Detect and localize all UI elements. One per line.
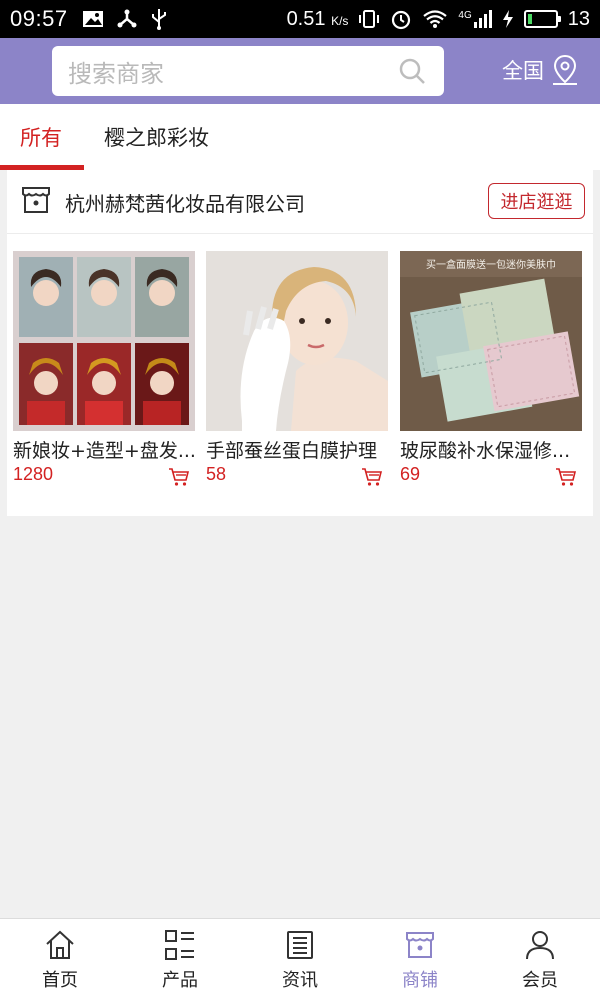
visit-shop-button[interactable]: 进店逛逛 bbox=[488, 183, 585, 219]
user-icon bbox=[526, 931, 554, 960]
store-icon bbox=[22, 187, 50, 213]
product-price: 1280 bbox=[13, 464, 54, 484]
nav-label: 产品 bbox=[162, 970, 198, 991]
usb-icon bbox=[151, 9, 166, 30]
product-name: 新娘妆+造型+盘发... bbox=[13, 440, 195, 462]
shop-card: 杭州赫梵茜化妆品有限公司 进店逛逛 新娘妆+造型+盘发... 1280 手部蚕丝… bbox=[7, 170, 593, 516]
product-card[interactable]: 手部蚕丝蛋白膜护理 58 bbox=[206, 251, 388, 486]
search-placeholder: 搜索商家 bbox=[68, 59, 164, 88]
battery-icon bbox=[523, 10, 561, 28]
region-selector[interactable]: 全国 bbox=[502, 54, 580, 86]
product-price: 58 bbox=[206, 464, 227, 484]
battery-level: 13 bbox=[567, 7, 590, 30]
home-icon bbox=[46, 930, 74, 959]
product-image[interactable] bbox=[13, 251, 195, 431]
charging-icon bbox=[502, 10, 513, 28]
nav-label: 资讯 bbox=[282, 970, 318, 991]
product-image[interactable] bbox=[206, 251, 388, 431]
product-card[interactable]: 买一盒面膜送一包迷你美肤巾 玻尿酸补水保湿修... 69 bbox=[400, 251, 582, 486]
tab-sakura-makeup[interactable]: 樱之郎彩妆 bbox=[104, 122, 209, 152]
nav-member[interactable]: 会员 bbox=[480, 919, 600, 1000]
bottom-nav: 首页 产品 资讯 商铺 会员 bbox=[0, 918, 600, 1000]
shop-name: 杭州赫梵茜化妆品有限公司 bbox=[65, 192, 305, 216]
product-card[interactable]: 新娘妆+造型+盘发... 1280 bbox=[13, 251, 195, 486]
category-tabs: 所有 樱之郎彩妆 bbox=[0, 104, 600, 170]
vibrate-icon bbox=[359, 10, 380, 28]
grid-list-icon bbox=[165, 930, 194, 960]
network-speed: 0.51 K/s bbox=[286, 7, 349, 30]
image-icon bbox=[82, 11, 103, 27]
nav-label: 首页 bbox=[42, 970, 78, 991]
product-price: 69 bbox=[400, 464, 421, 484]
search-icon[interactable] bbox=[398, 57, 426, 85]
news-icon bbox=[287, 931, 313, 959]
cart-icon[interactable] bbox=[361, 467, 383, 487]
status-time: 09:57 bbox=[10, 6, 68, 31]
alarm-icon bbox=[392, 10, 411, 30]
share-node-icon bbox=[117, 9, 137, 28]
status-bar: 09:57 0.51 K/s 4G 13 bbox=[0, 0, 600, 38]
tab-all[interactable]: 所有 bbox=[20, 122, 62, 152]
nav-store[interactable]: 商铺 bbox=[360, 919, 480, 1000]
nav-label: 会员 bbox=[522, 970, 558, 991]
product-name: 玻尿酸补水保湿修... bbox=[400, 440, 571, 462]
signal-indicator: 4G bbox=[458, 10, 492, 28]
nav-products[interactable]: 产品 bbox=[120, 919, 240, 1000]
store-icon bbox=[406, 932, 434, 958]
wifi-icon bbox=[423, 10, 448, 28]
product-image[interactable]: 买一盒面膜送一包迷你美肤巾 bbox=[400, 251, 582, 431]
nav-label: 商铺 bbox=[402, 970, 438, 991]
nav-home[interactable]: 首页 bbox=[0, 919, 120, 1000]
app-header: 搜索商家 全国 bbox=[0, 38, 600, 104]
search-input[interactable]: 搜索商家 bbox=[52, 46, 444, 96]
nav-news[interactable]: 资讯 bbox=[240, 919, 360, 1000]
shop-header[interactable]: 杭州赫梵茜化妆品有限公司 进店逛逛 bbox=[7, 170, 593, 234]
product-image-caption: 买一盒面膜送一包迷你美肤巾 bbox=[426, 258, 556, 271]
product-name: 手部蚕丝蛋白膜护理 bbox=[206, 440, 378, 462]
region-label: 全国 bbox=[502, 59, 544, 83]
cart-icon[interactable] bbox=[555, 467, 577, 487]
location-pin-icon bbox=[553, 54, 577, 85]
cart-icon[interactable] bbox=[168, 467, 190, 487]
